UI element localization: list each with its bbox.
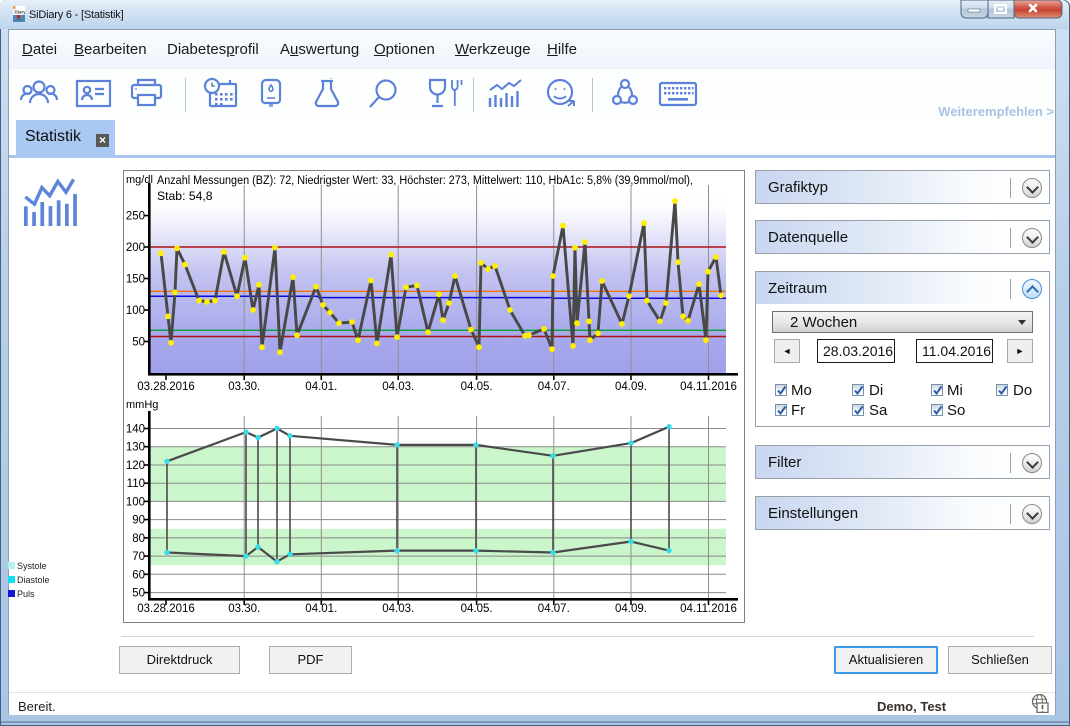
svg-text:04.01.: 04.01. bbox=[305, 603, 337, 615]
svg-text:04.11.2016: 04.11.2016 bbox=[680, 381, 737, 393]
svg-text:04.05.: 04.05. bbox=[461, 603, 493, 615]
svg-text:80: 80 bbox=[132, 533, 145, 545]
svg-text:03.28.2016: 03.28.2016 bbox=[137, 603, 195, 615]
svg-text:130: 130 bbox=[126, 442, 145, 454]
svg-text:04.09.: 04.09. bbox=[615, 603, 647, 615]
svg-text:110: 110 bbox=[127, 478, 145, 490]
svg-text:04.07.: 04.07. bbox=[538, 603, 570, 615]
svg-text:100: 100 bbox=[126, 305, 145, 317]
svg-text:50: 50 bbox=[132, 588, 145, 600]
svg-text:100: 100 bbox=[126, 496, 145, 508]
svg-text:150: 150 bbox=[126, 274, 145, 286]
svg-text:04.03.: 04.03. bbox=[382, 381, 414, 393]
svg-text:04.05.: 04.05. bbox=[461, 381, 493, 393]
svg-text:Diary: Diary bbox=[15, 10, 26, 15]
svg-text:250: 250 bbox=[126, 211, 145, 223]
svg-text:03.30.: 03.30. bbox=[228, 381, 260, 393]
svg-text:Anzahl Messungen (BZ): 72, Nie: Anzahl Messungen (BZ): 72, Niedrigster W… bbox=[157, 173, 693, 187]
svg-text:70: 70 bbox=[132, 551, 145, 563]
svg-text:200: 200 bbox=[126, 242, 145, 254]
svg-text:60: 60 bbox=[132, 569, 145, 581]
svg-text:03.30.: 03.30. bbox=[228, 603, 260, 615]
svg-text:04.01.: 04.01. bbox=[305, 381, 337, 393]
svg-text:04.09.: 04.09. bbox=[615, 381, 647, 393]
svg-text:04.07.: 04.07. bbox=[538, 381, 570, 393]
svg-text:mmHg: mmHg bbox=[126, 399, 158, 411]
svg-text:mg/dl: mg/dl bbox=[126, 174, 153, 186]
svg-text:04.11.2016: 04.11.2016 bbox=[680, 603, 737, 615]
svg-text:140: 140 bbox=[126, 424, 145, 436]
svg-text:50: 50 bbox=[132, 337, 145, 349]
svg-text:120: 120 bbox=[126, 460, 145, 472]
svg-text:04.03.: 04.03. bbox=[382, 603, 414, 615]
svg-text:90: 90 bbox=[132, 515, 145, 527]
svg-text:Stab: 54,8: Stab: 54,8 bbox=[157, 189, 213, 203]
svg-text:03.28.2016: 03.28.2016 bbox=[137, 381, 195, 393]
